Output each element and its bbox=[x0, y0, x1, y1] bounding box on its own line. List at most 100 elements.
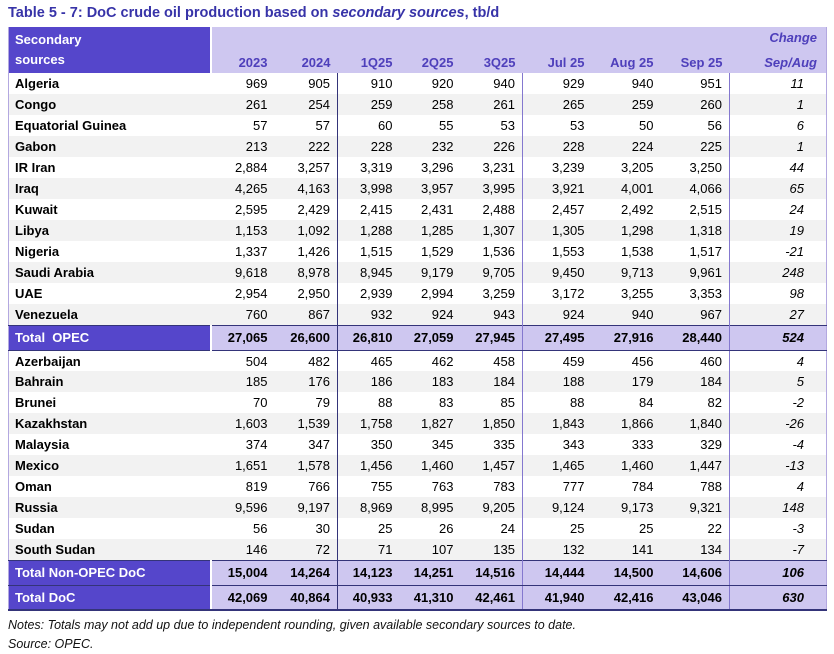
change-cell: 27 bbox=[729, 304, 827, 326]
column-header-secondary-sources: Secondary sources bbox=[8, 27, 212, 74]
value-cell: 14,606 bbox=[660, 559, 730, 586]
country-row: Bahrain 185 176 186 183 184 188 179 184 5 bbox=[8, 371, 827, 393]
value-cell: 56 bbox=[253, 521, 268, 537]
country-row: Saudi Arabia 9,618 8,978 8,945 9,179 9,705 9,4… bbox=[8, 262, 827, 284]
value-cell: 3,319 bbox=[359, 160, 393, 176]
value-cell: 350 bbox=[370, 437, 393, 453]
value-cell: 22 bbox=[660, 518, 730, 540]
table-title: Table 5 - 7: DoC crude oil production ba… bbox=[8, 5, 826, 21]
total-row: Total Non-OPEC DoC 15,004 14,264 14,123 14,2… bbox=[8, 559, 827, 586]
row-label: Equatorial Guinea bbox=[15, 118, 127, 134]
title-prefix: Table 5 - 7: DoC crude oil production ba… bbox=[8, 5, 333, 21]
value-cell: 57 bbox=[274, 115, 338, 137]
value-cell: 258 bbox=[399, 94, 461, 116]
value-cell: 42,069 bbox=[210, 584, 275, 612]
value-cell: 465 bbox=[370, 353, 393, 369]
value-cell: 1,758 bbox=[337, 413, 400, 435]
change-cell: 98 bbox=[789, 286, 804, 302]
value-cell: 940 bbox=[591, 304, 661, 326]
value-cell: 40,864 bbox=[274, 584, 338, 612]
value-cell: 343 bbox=[562, 437, 585, 453]
value-cell: 2,415 bbox=[359, 202, 393, 218]
value-cell: 88 bbox=[378, 395, 393, 411]
value-cell: 1,318 bbox=[660, 220, 730, 242]
value-cell: 179 bbox=[591, 371, 661, 393]
title-suffix: , tb/d bbox=[464, 5, 500, 21]
value-cell: 924 bbox=[399, 304, 461, 326]
value-cell: 9,179 bbox=[399, 262, 461, 284]
value-cell: 910 bbox=[370, 76, 393, 92]
value-cell: 50 bbox=[639, 118, 654, 134]
value-cell: 969 bbox=[245, 76, 268, 92]
value-cell: 1,866 bbox=[591, 413, 661, 435]
value-cell: 56 bbox=[660, 115, 730, 137]
value-cell: 1,288 bbox=[337, 220, 400, 242]
value-cell: 760 bbox=[210, 304, 275, 326]
value-cell: 4,066 bbox=[660, 178, 730, 200]
value-cell: 967 bbox=[660, 304, 730, 326]
value-cell: 788 bbox=[660, 476, 730, 498]
value-cell: 867 bbox=[274, 304, 338, 326]
value-cell: 951 bbox=[660, 73, 730, 95]
title-italic-part: secondary sources bbox=[332, 5, 465, 21]
country-row: Mexico 1,651 1,578 1,456 1,460 1,457 1,465 1,46… bbox=[8, 455, 827, 477]
row-header-line1: Secondary bbox=[15, 32, 82, 47]
value-cell: 1,447 bbox=[660, 455, 730, 477]
header-spacer bbox=[210, 27, 730, 49]
value-cell: 40,933 bbox=[337, 584, 400, 612]
value-cell: 4,001 bbox=[591, 178, 661, 200]
value-cell: 1,307 bbox=[460, 220, 523, 242]
value-cell: 25 bbox=[639, 521, 654, 537]
value-cell: 755 bbox=[370, 479, 393, 495]
value-cell: 225 bbox=[660, 136, 730, 158]
value-cell: 3,255 bbox=[620, 286, 654, 302]
value-cell: 2,429 bbox=[274, 199, 338, 221]
value-cell: 1,603 bbox=[210, 413, 275, 435]
value-cell: 920 bbox=[431, 76, 454, 92]
row-label: Russia bbox=[8, 497, 211, 519]
value-cell: 79 bbox=[274, 392, 338, 414]
value-cell: 1,536 bbox=[460, 241, 523, 263]
value-cell: 333 bbox=[631, 437, 654, 453]
value-cell: 188 bbox=[522, 371, 592, 393]
value-cell: 185 bbox=[210, 371, 275, 393]
value-cell: 135 bbox=[460, 539, 523, 561]
country-row: Sudan 56 30 25 26 24 25 25 22 -3 bbox=[9, 518, 827, 540]
value-cell: 15,004 bbox=[210, 559, 275, 586]
row-label: Nigeria bbox=[15, 244, 60, 260]
value-cell: 1,553 bbox=[551, 244, 585, 260]
change-cell: 1 bbox=[729, 136, 827, 158]
value-cell: 2,488 bbox=[460, 199, 523, 221]
value-cell: 27,945 bbox=[460, 324, 523, 351]
value-cell: 176 bbox=[274, 371, 338, 393]
change-cell: 148 bbox=[729, 497, 827, 519]
value-cell: 3,231 bbox=[460, 157, 523, 179]
value-cell: 1,578 bbox=[274, 455, 338, 477]
value-cell: 224 bbox=[591, 136, 661, 158]
column-header-2q25: 2Q25 bbox=[399, 48, 461, 74]
value-cell: 70 bbox=[253, 395, 268, 411]
value-cell: 1,539 bbox=[274, 413, 338, 435]
value-cell: 3,205 bbox=[620, 160, 654, 176]
country-row: Venezuela 760 867 932 924 943 924 940 967 27 bbox=[8, 304, 827, 326]
value-cell: 14,444 bbox=[522, 559, 592, 586]
row-label: Total DoC bbox=[8, 584, 212, 612]
value-cell: 504 bbox=[245, 353, 268, 369]
report-page: Table 5 - 7: DoC crude oil production ba… bbox=[0, 0, 834, 654]
change-cell: 6 bbox=[796, 118, 804, 134]
value-cell: 261 bbox=[460, 94, 523, 116]
value-cell: 134 bbox=[660, 539, 730, 561]
value-cell: 260 bbox=[660, 94, 730, 116]
value-cell: 84 bbox=[639, 395, 654, 411]
country-row: Gabon 213 222 228 232 226 228 224 225 1 bbox=[8, 136, 827, 158]
change-cell: -21 bbox=[785, 244, 804, 260]
value-cell: 1,465 bbox=[522, 455, 592, 477]
value-cell: 8,969 bbox=[337, 497, 400, 519]
change-cell: 1 bbox=[729, 94, 827, 116]
value-cell: 28,440 bbox=[660, 324, 730, 351]
total-row: Total DoC 42,069 40,864 40,933 41,310 42,461 4… bbox=[8, 584, 827, 612]
header-row-top: Secondary sources Change bbox=[8, 27, 827, 74]
value-cell: 482 bbox=[274, 350, 338, 372]
row-label: Total Non-OPEC DoC bbox=[8, 559, 212, 586]
value-cell: 9,450 bbox=[522, 262, 592, 284]
